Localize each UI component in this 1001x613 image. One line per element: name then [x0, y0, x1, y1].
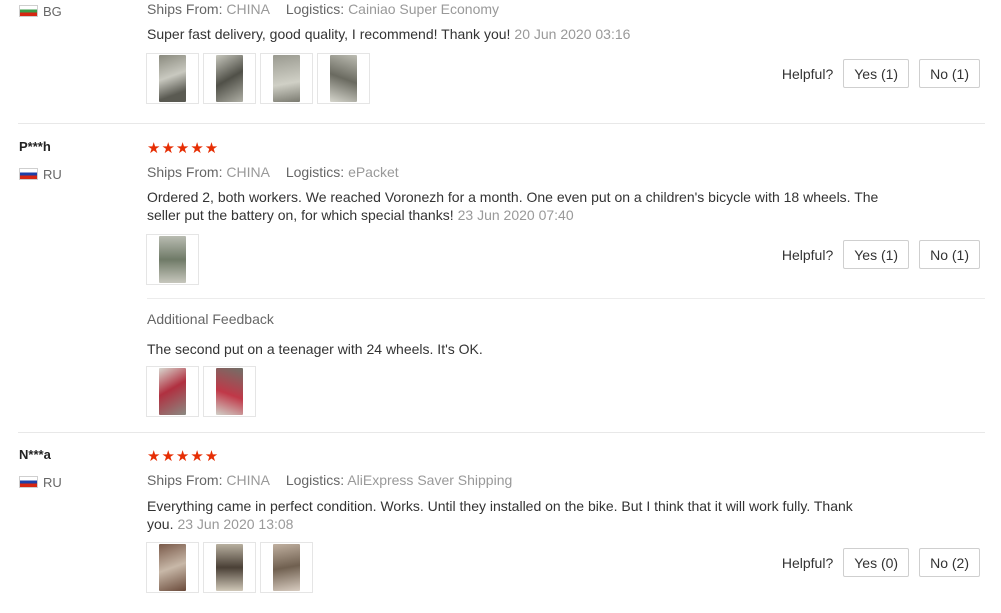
review-photo[interactable] — [203, 366, 256, 417]
reviewer-info: P***h RU — [19, 139, 62, 182]
star-rating: ★★★★★ — [147, 140, 220, 157]
helpful-vote: Helpful? Yes (0) No (2) — [782, 548, 980, 577]
helpful-no-button[interactable]: No (2) — [919, 548, 980, 577]
helpful-label: Helpful? — [781, 65, 834, 82]
helpful-yes-button[interactable]: Yes (1) — [843, 240, 910, 269]
logistics-value: AliExpress Saver Shipping — [347, 472, 513, 488]
helpful-no-button[interactable]: No (1) — [919, 240, 980, 269]
ships-from-value: CHINA — [226, 164, 270, 180]
review-divider — [18, 123, 985, 124]
helpful-no-button[interactable]: No (1) — [919, 59, 980, 88]
logistics-value: ePacket — [348, 164, 399, 180]
star-rating: ★★★★★ — [147, 448, 220, 465]
reviewer-name: N***a — [19, 447, 51, 462]
helpful-label: Helpful? — [781, 246, 834, 263]
helpful-yes-button[interactable]: Yes (0) — [843, 548, 910, 577]
review-photo[interactable] — [146, 53, 199, 104]
review-photos — [146, 234, 199, 285]
helpful-vote: Helpful? Yes (1) No (1) — [782, 240, 980, 269]
additional-feedback-text: The second put on a teenager with 24 whe… — [147, 341, 483, 357]
helpful-vote: Helpful? Yes (1) No (1) — [782, 59, 980, 88]
review-photo[interactable] — [203, 53, 256, 104]
helpful-yes-button[interactable]: Yes (1) — [843, 59, 910, 88]
review-text: Ordered 2, both workers. We reached Voro… — [147, 189, 879, 223]
review-photo[interactable] — [146, 234, 199, 285]
helpful-label: Helpful? — [781, 554, 834, 571]
review-photo[interactable] — [203, 542, 256, 593]
review-photo[interactable] — [260, 542, 313, 593]
reviewer-name: P***h — [19, 139, 51, 154]
reviewer-info: BG — [19, 3, 62, 19]
additional-feedback-photos — [146, 366, 256, 417]
reviewer-info: N***a RU — [19, 447, 62, 490]
review-photo[interactable] — [317, 53, 370, 104]
review-photo[interactable] — [260, 53, 313, 104]
additional-feedback-heading: Additional Feedback — [147, 311, 274, 327]
shipping-meta: Ships From: CHINA Logistics: AliExpress … — [147, 472, 513, 488]
flag-ru-icon — [19, 168, 38, 180]
review-photos — [146, 53, 370, 104]
shipping-meta: Ships From: CHINA Logistics: Cainiao Sup… — [147, 1, 500, 17]
review-photos — [146, 542, 313, 593]
ships-from-value: CHINA — [226, 472, 270, 488]
review-divider — [18, 432, 985, 433]
additional-feedback-divider — [147, 298, 985, 299]
shipping-meta: Ships From: CHINA Logistics: ePacket — [147, 164, 399, 180]
reviewer-country: RU — [19, 474, 62, 490]
review-photo[interactable] — [146, 366, 199, 417]
flag-ru-icon — [19, 476, 38, 488]
ships-from-value: CHINA — [226, 1, 270, 17]
review-text: Super fast delivery, good quality, I rec… — [147, 26, 631, 42]
review-date: 23 Jun 2020 13:08 — [177, 516, 294, 532]
review-photo[interactable] — [146, 542, 199, 593]
flag-bg-icon — [19, 5, 38, 17]
review-text: Everything came in perfect condition. Wo… — [147, 498, 853, 532]
reviewer-country: BG — [19, 3, 62, 19]
logistics-value: Cainiao Super Economy — [348, 1, 500, 17]
reviewer-country: RU — [19, 166, 62, 182]
review-date: 23 Jun 2020 07:40 — [457, 207, 574, 223]
review-date: 20 Jun 2020 03:16 — [514, 26, 631, 42]
